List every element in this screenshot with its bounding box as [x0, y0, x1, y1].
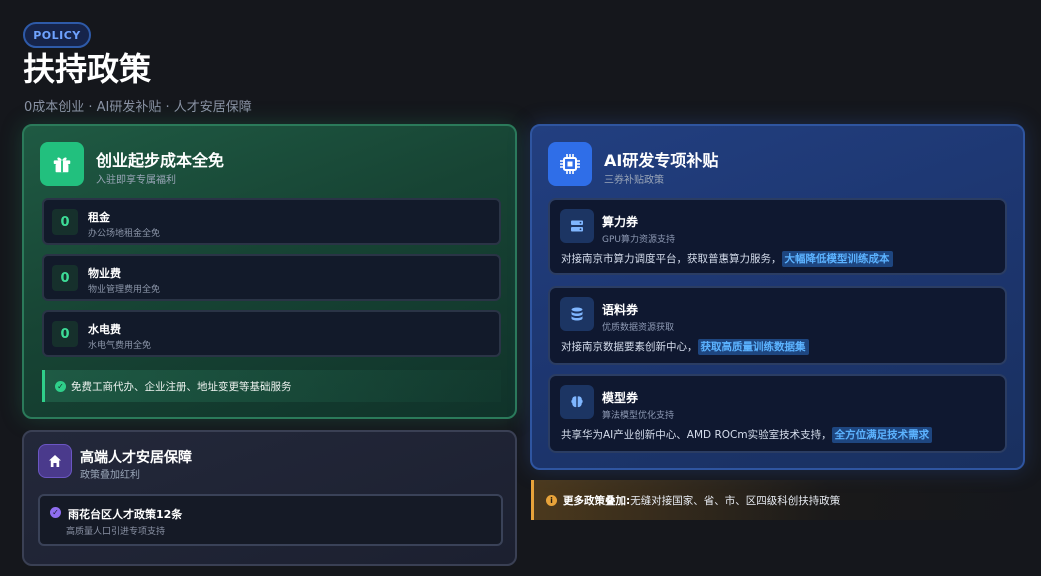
gift-icon [40, 142, 84, 186]
brain-icon [560, 385, 594, 419]
voucher-desc-text: 对接南京市算力调度平台，获取普惠算力服务， [561, 253, 782, 265]
ai-subsidy-card: AI研发专项补贴 三券补贴政策 算力券 GPU算力资源支持 对接南京市算力调度平… [530, 124, 1025, 470]
startup-title: 创业起步成本全免 [96, 151, 225, 170]
talent-housing-card: 高端人才安居保障 政策叠加红利 ✓ 雨花台区人才政策12条 高质量人口引进专项支… [22, 430, 517, 566]
cost-item-desc: 办公场地租金全免 [88, 229, 161, 239]
cost-item-label: 物业费 [88, 267, 121, 280]
more-policies-label: 更多政策叠加: [563, 494, 631, 507]
check-circle-icon: ✓ [50, 507, 61, 518]
voucher-desc-text: 对接南京数据要素创新中心， [561, 341, 698, 353]
startup-cost-card: 创业起步成本全免 入驻即享专属福利 0 租金 办公场地租金全免 0 物业费 物业… [22, 124, 517, 419]
free-services-note: ✓ 免费工商代办、企业注册、地址变更等基础服务 [42, 370, 501, 402]
voucher-subtitle: GPU算力资源支持 [602, 235, 675, 245]
database-icon [560, 297, 594, 331]
voucher-subtitle: 算法模型优化支持 [602, 411, 675, 421]
talent-title: 高端人才安居保障 [80, 450, 192, 466]
cost-item-label: 租金 [88, 211, 110, 224]
more-policies-text: 无缝对接国家、省、市、区四级科创扶持政策 [630, 494, 841, 507]
page-subtitle: 0成本创业 · AI研发补贴 · 人才安居保障 [24, 100, 252, 115]
home-icon [38, 444, 72, 478]
voucher-desc-text: 共享华为AI产业创新中心、AMD ROCm实验室技术支持， [561, 429, 832, 441]
ai-subtitle: 三券补贴政策 [604, 175, 664, 186]
server-icon [560, 209, 594, 243]
cost-item-property: 0 物业费 物业管理费用全免 [42, 254, 501, 301]
more-policies-note: i 更多政策叠加: 无缝对接国家、省、市、区四级科创扶持政策 [531, 480, 1025, 520]
zero-badge: 0 [52, 321, 78, 347]
page-title: 扶持政策 [23, 50, 152, 88]
chip-icon [548, 142, 592, 186]
voucher-title: 算力券 [602, 215, 639, 229]
voucher-compute: 算力券 GPU算力资源支持 对接南京市算力调度平台，获取普惠算力服务， 大幅降低模… [548, 198, 1007, 275]
talent-policy-title: 雨花台区人才政策12条 [68, 508, 183, 521]
startup-subtitle: 入驻即享专属福利 [96, 175, 176, 186]
cost-item-utilities: 0 水电费 水电气费用全免 [42, 310, 501, 357]
voucher-corpus: 语料券 优质数据资源获取 对接南京数据要素创新中心， 获取高质量训练数据集 [548, 286, 1007, 365]
voucher-highlight: 获取高质量训练数据集 [697, 339, 809, 355]
voucher-desc: 对接南京数据要素创新中心， 获取高质量训练数据集 [561, 339, 809, 355]
check-circle-icon: ✓ [55, 380, 66, 392]
cost-item-rent: 0 租金 办公场地租金全免 [42, 198, 501, 245]
voucher-desc: 对接南京市算力调度平台，获取普惠算力服务， 大幅降低模型训练成本 [561, 251, 893, 267]
voucher-desc: 共享华为AI产业创新中心、AMD ROCm实验室技术支持， 全方位满足技术需求 [561, 427, 933, 443]
zero-badge: 0 [52, 209, 78, 235]
info-icon: i [546, 494, 557, 506]
cost-item-desc: 物业管理费用全免 [88, 285, 161, 295]
voucher-title: 语料券 [602, 303, 639, 317]
talent-policy-subtitle: 高质量人口引进专项支持 [66, 527, 166, 537]
free-services-text: 免费工商代办、企业注册、地址变更等基础服务 [71, 380, 292, 393]
zero-badge: 0 [52, 265, 78, 291]
voucher-subtitle: 优质数据资源获取 [602, 323, 675, 333]
voucher-model: 模型券 算法模型优化支持 共享华为AI产业创新中心、AMD ROCm实验室技术支… [548, 374, 1007, 453]
voucher-highlight: 全方位满足技术需求 [831, 427, 933, 443]
cost-item-desc: 水电气费用全免 [88, 341, 152, 351]
cost-item-label: 水电费 [88, 323, 121, 336]
talent-subtitle: 政策叠加红利 [80, 470, 140, 481]
voucher-highlight: 大幅降低模型训练成本 [781, 251, 893, 267]
talent-policy-item: ✓ 雨花台区人才政策12条 高质量人口引进专项支持 [38, 494, 503, 546]
ai-title: AI研发专项补贴 [604, 151, 719, 170]
voucher-title: 模型券 [602, 391, 639, 405]
